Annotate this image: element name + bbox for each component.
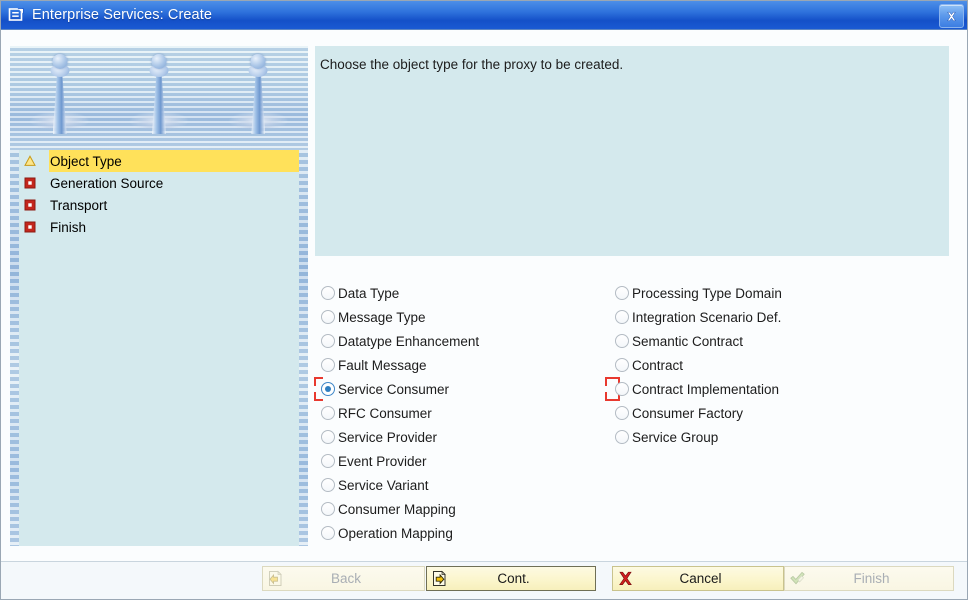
radio-icon[interactable]	[321, 334, 335, 348]
finish-button[interactable]: Finish	[784, 566, 954, 591]
radio-label: Processing Type Domain	[632, 285, 782, 301]
create-object-icon	[8, 8, 24, 21]
window-title: Enterprise Services: Create	[32, 7, 212, 23]
radio-label: Service Consumer	[338, 381, 450, 397]
red-square-icon	[24, 221, 36, 233]
title-bar: Enterprise Services: Create	[1, 1, 967, 30]
radio-icon[interactable]	[615, 406, 629, 420]
radio-icon[interactable]	[615, 358, 629, 372]
radio-icon[interactable]	[615, 382, 629, 396]
radio-icon[interactable]	[321, 382, 335, 396]
cancel-button[interactable]: Cancel	[612, 566, 784, 591]
radio-label: Integration Scenario Def.	[632, 309, 782, 325]
finish-button-label: Finish	[853, 571, 890, 586]
radio-label: Consumer Mapping	[338, 501, 456, 517]
wizard-step-list: Object Type Generation Source Transport	[19, 150, 299, 238]
sidebar-left-edge-texture	[10, 150, 19, 546]
radio-option-service-group[interactable]: Service Group	[615, 425, 915, 449]
radio-icon[interactable]	[615, 334, 629, 348]
radio-option-semantic-contract[interactable]: Semantic Contract	[615, 329, 915, 353]
red-square-icon	[24, 199, 36, 211]
radio-label: Service Group	[632, 429, 719, 445]
close-icon[interactable]	[939, 4, 964, 28]
radio-label: Contract Implementation	[632, 381, 780, 397]
red-square-icon	[24, 177, 36, 189]
enterprise-services-create-dialog: Enterprise Services: Create Object Type …	[0, 0, 968, 600]
radio-option-consumer-factory[interactable]: Consumer Factory	[615, 401, 915, 425]
radio-option-data-type[interactable]: Data Type	[321, 281, 611, 305]
radio-icon[interactable]	[321, 478, 335, 492]
radio-option-service-provider[interactable]: Service Provider	[321, 425, 611, 449]
radio-option-contract[interactable]: Contract	[615, 353, 915, 377]
radio-icon[interactable]	[321, 430, 335, 444]
radio-label: Consumer Factory	[632, 405, 744, 421]
radio-label: Fault Message	[338, 357, 427, 373]
radio-option-message-type[interactable]: Message Type	[321, 305, 611, 329]
radio-label: Datatype Enhancement	[338, 333, 480, 349]
radio-label: Operation Mapping	[338, 525, 453, 541]
radio-icon[interactable]	[321, 358, 335, 372]
continue-button-label: Cont.	[497, 571, 530, 586]
radio-label: Contract	[632, 357, 684, 373]
radio-label: Service Variant	[338, 477, 429, 493]
sidebar-item-object-type[interactable]: Object Type	[19, 150, 299, 172]
radio-option-service-variant[interactable]: Service Variant	[321, 473, 611, 497]
radio-option-operation-mapping[interactable]: Operation Mapping	[321, 521, 611, 545]
instruction-panel: Choose the object type for the proxy to …	[315, 46, 949, 256]
radio-option-event-provider[interactable]: Event Provider	[321, 449, 611, 473]
radio-icon[interactable]	[321, 286, 335, 300]
radio-label: Data Type	[338, 285, 400, 301]
dialog-footer: Back Cont. Cancel Finish	[1, 561, 967, 599]
radio-icon[interactable]	[321, 502, 335, 516]
radio-icon[interactable]	[615, 286, 629, 300]
red-x-icon	[619, 571, 632, 585]
radio-option-rfc-consumer[interactable]: RFC Consumer	[321, 401, 611, 425]
sidebar-item-label: Finish	[50, 219, 87, 235]
sidebar-item-finish[interactable]: Finish	[19, 216, 299, 238]
sidebar-item-label: Generation Source	[50, 175, 164, 191]
radio-option-contract-implementation[interactable]: Contract Implementation	[605, 377, 915, 401]
radio-option-consumer-mapping[interactable]: Consumer Mapping	[321, 497, 611, 521]
sidebar-item-label: Transport	[50, 197, 108, 213]
sidebar-item-generation-source[interactable]: Generation Source	[19, 172, 299, 194]
radio-icon[interactable]	[321, 454, 335, 468]
radio-label: Service Provider	[338, 429, 438, 445]
continue-button[interactable]: Cont.	[426, 566, 596, 591]
sidebar-item-transport[interactable]: Transport	[19, 194, 299, 216]
back-button-label: Back	[330, 571, 361, 586]
radio-label: Event Provider	[338, 453, 427, 469]
warning-triangle-icon	[24, 155, 36, 166]
radio-icon[interactable]	[321, 406, 335, 420]
radio-icon[interactable]	[321, 526, 335, 540]
radio-icon[interactable]	[615, 310, 629, 324]
water-drop-ripple-image	[10, 46, 308, 150]
radio-icon[interactable]	[615, 430, 629, 444]
forward-arrow-icon	[433, 570, 446, 586]
sidebar-right-edge-texture	[299, 150, 308, 546]
radio-option-service-consumer[interactable]: Service Consumer	[314, 377, 620, 401]
wizard-sidebar: Object Type Generation Source Transport	[10, 46, 308, 546]
radio-label: Message Type	[338, 309, 426, 325]
object-type-left-column: Data Type Message Type Datatype Enhancem…	[314, 281, 620, 545]
radio-option-integration-scenario-def[interactable]: Integration Scenario Def.	[615, 305, 915, 329]
radio-label: Semantic Contract	[632, 333, 744, 349]
object-type-right-column: Processing Type Domain Integration Scena…	[605, 281, 915, 449]
radio-icon[interactable]	[321, 310, 335, 324]
radio-label: RFC Consumer	[338, 405, 432, 421]
green-check-icon	[790, 571, 805, 585]
back-arrow-icon	[269, 570, 282, 586]
sidebar-item-label: Object Type	[50, 153, 122, 169]
radio-option-datatype-enhancement[interactable]: Datatype Enhancement	[321, 329, 611, 353]
radio-option-processing-type-domain[interactable]: Processing Type Domain	[615, 281, 915, 305]
instruction-text: Choose the object type for the proxy to …	[320, 57, 624, 72]
cancel-button-label: Cancel	[679, 571, 722, 586]
back-button[interactable]: Back	[262, 566, 425, 591]
radio-option-fault-message[interactable]: Fault Message	[321, 353, 611, 377]
